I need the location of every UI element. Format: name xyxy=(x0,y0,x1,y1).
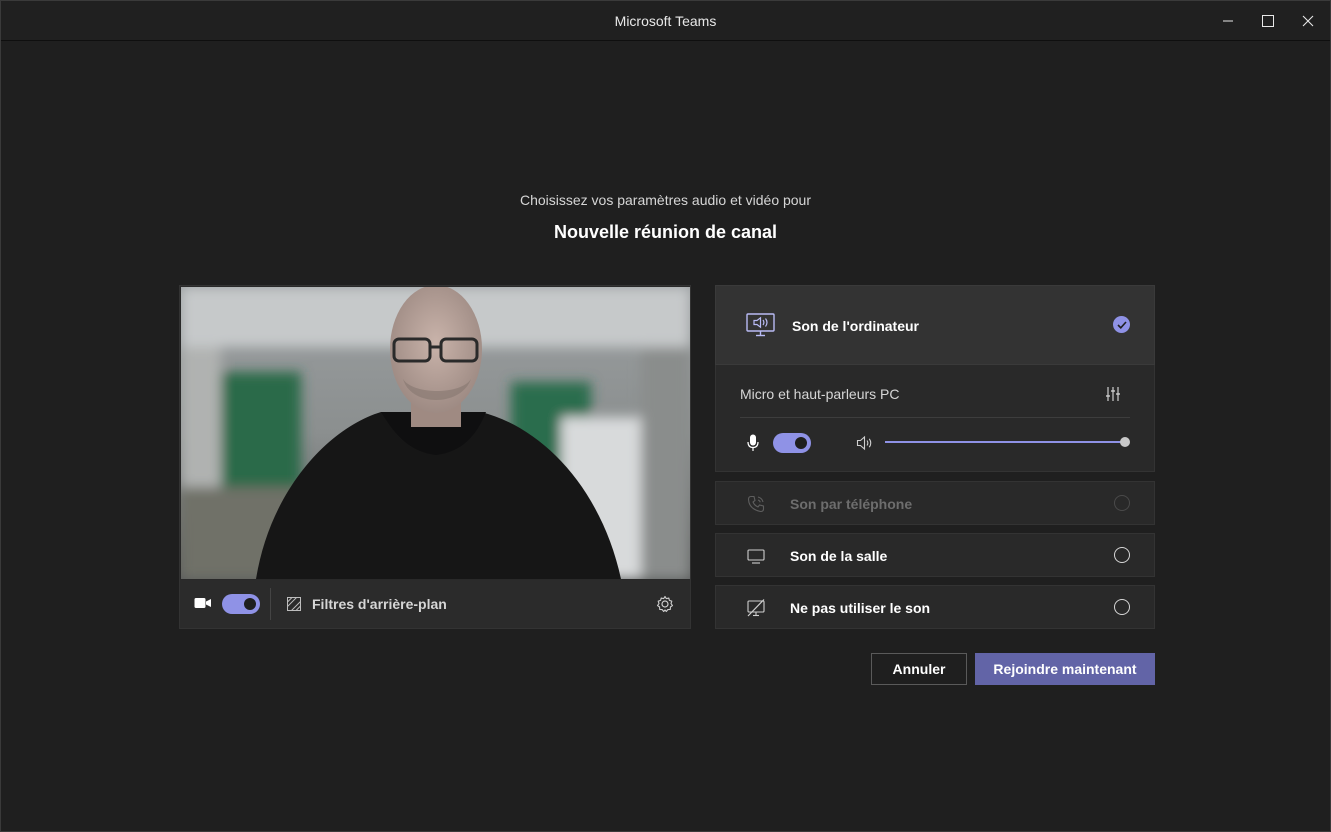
audio-device-label: Micro et haut-parleurs PC xyxy=(740,386,900,402)
minimize-button[interactable] xyxy=(1208,1,1248,41)
no-audio-radio[interactable] xyxy=(1114,599,1130,615)
background-filters-button[interactable]: Filtres d'arrière-plan xyxy=(312,596,447,612)
controls-divider xyxy=(270,588,271,620)
video-preview-card: Filtres d'arrière-plan xyxy=(179,285,691,629)
speaker-icon xyxy=(856,435,872,451)
maximize-icon xyxy=(1262,15,1274,27)
settings-divider xyxy=(740,417,1130,418)
room-audio-radio[interactable] xyxy=(1114,547,1130,563)
computer-audio-settings: Micro et haut-parleurs PC xyxy=(715,365,1155,472)
camera-preview xyxy=(181,287,690,579)
meeting-title: Nouvelle réunion de canal xyxy=(553,222,778,242)
camera-feed-image xyxy=(181,287,690,579)
room-audio-label: Son de la salle xyxy=(790,548,888,564)
gear-icon[interactable] xyxy=(656,595,674,613)
close-button[interactable] xyxy=(1288,1,1328,41)
computer-audio-label: Son de l'ordinateur xyxy=(792,318,920,334)
cancel-button[interactable]: Annuler xyxy=(871,653,967,685)
selected-check-icon xyxy=(1113,316,1130,333)
no-audio-label: Ne pas utiliser le son xyxy=(790,600,931,616)
teams-prejoin-window: Microsoft Teams Choisissez vos paramètre… xyxy=(0,0,1331,832)
title-bar: Microsoft Teams xyxy=(1,1,1330,41)
background-filters-icon[interactable] xyxy=(287,597,301,611)
camera-toggle-knob xyxy=(244,598,256,610)
video-controls-bar: Filtres d'arrière-plan xyxy=(180,580,690,628)
volume-slider-track[interactable] xyxy=(885,441,1125,443)
no-audio-icon xyxy=(747,599,765,617)
phone-audio-label: Son par téléphone xyxy=(790,496,913,512)
join-now-button[interactable]: Rejoindre maintenant xyxy=(975,653,1155,685)
no-audio-option[interactable]: Ne pas utiliser le son xyxy=(715,585,1155,629)
device-settings-icon[interactable] xyxy=(1105,386,1121,402)
phone-icon xyxy=(747,495,765,513)
window-title: Microsoft Teams xyxy=(614,13,717,29)
microphone-icon xyxy=(747,434,759,451)
room-device-icon xyxy=(747,549,765,564)
volume-slider-thumb[interactable] xyxy=(1120,437,1130,447)
phone-audio-option: Son par téléphone xyxy=(715,481,1155,525)
prejoin-subtitle: Choisissez vos paramètres audio et vidéo… xyxy=(519,192,812,208)
camera-toggle[interactable] xyxy=(222,594,260,614)
minimize-icon xyxy=(1223,20,1233,22)
camera-icon xyxy=(194,598,211,608)
computer-audio-icon xyxy=(746,313,775,337)
computer-audio-option[interactable]: Son de l'ordinateur xyxy=(715,285,1155,365)
room-audio-option[interactable]: Son de la salle xyxy=(715,533,1155,577)
microphone-toggle[interactable] xyxy=(773,433,811,453)
phone-audio-radio xyxy=(1114,495,1130,511)
close-icon xyxy=(1302,15,1314,27)
maximize-button[interactable] xyxy=(1248,1,1288,41)
microphone-toggle-knob xyxy=(795,437,807,449)
